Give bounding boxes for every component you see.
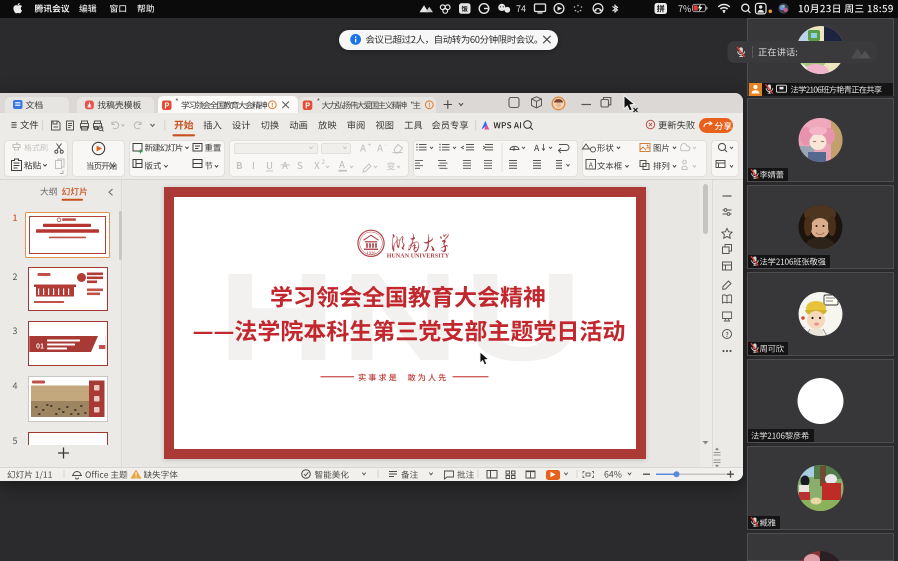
- svg-text:HNU: HNU: [217, 247, 586, 387]
- svg-text:HUNAN UNIVERSITY: HUNAN UNIVERSITY: [387, 254, 450, 260]
